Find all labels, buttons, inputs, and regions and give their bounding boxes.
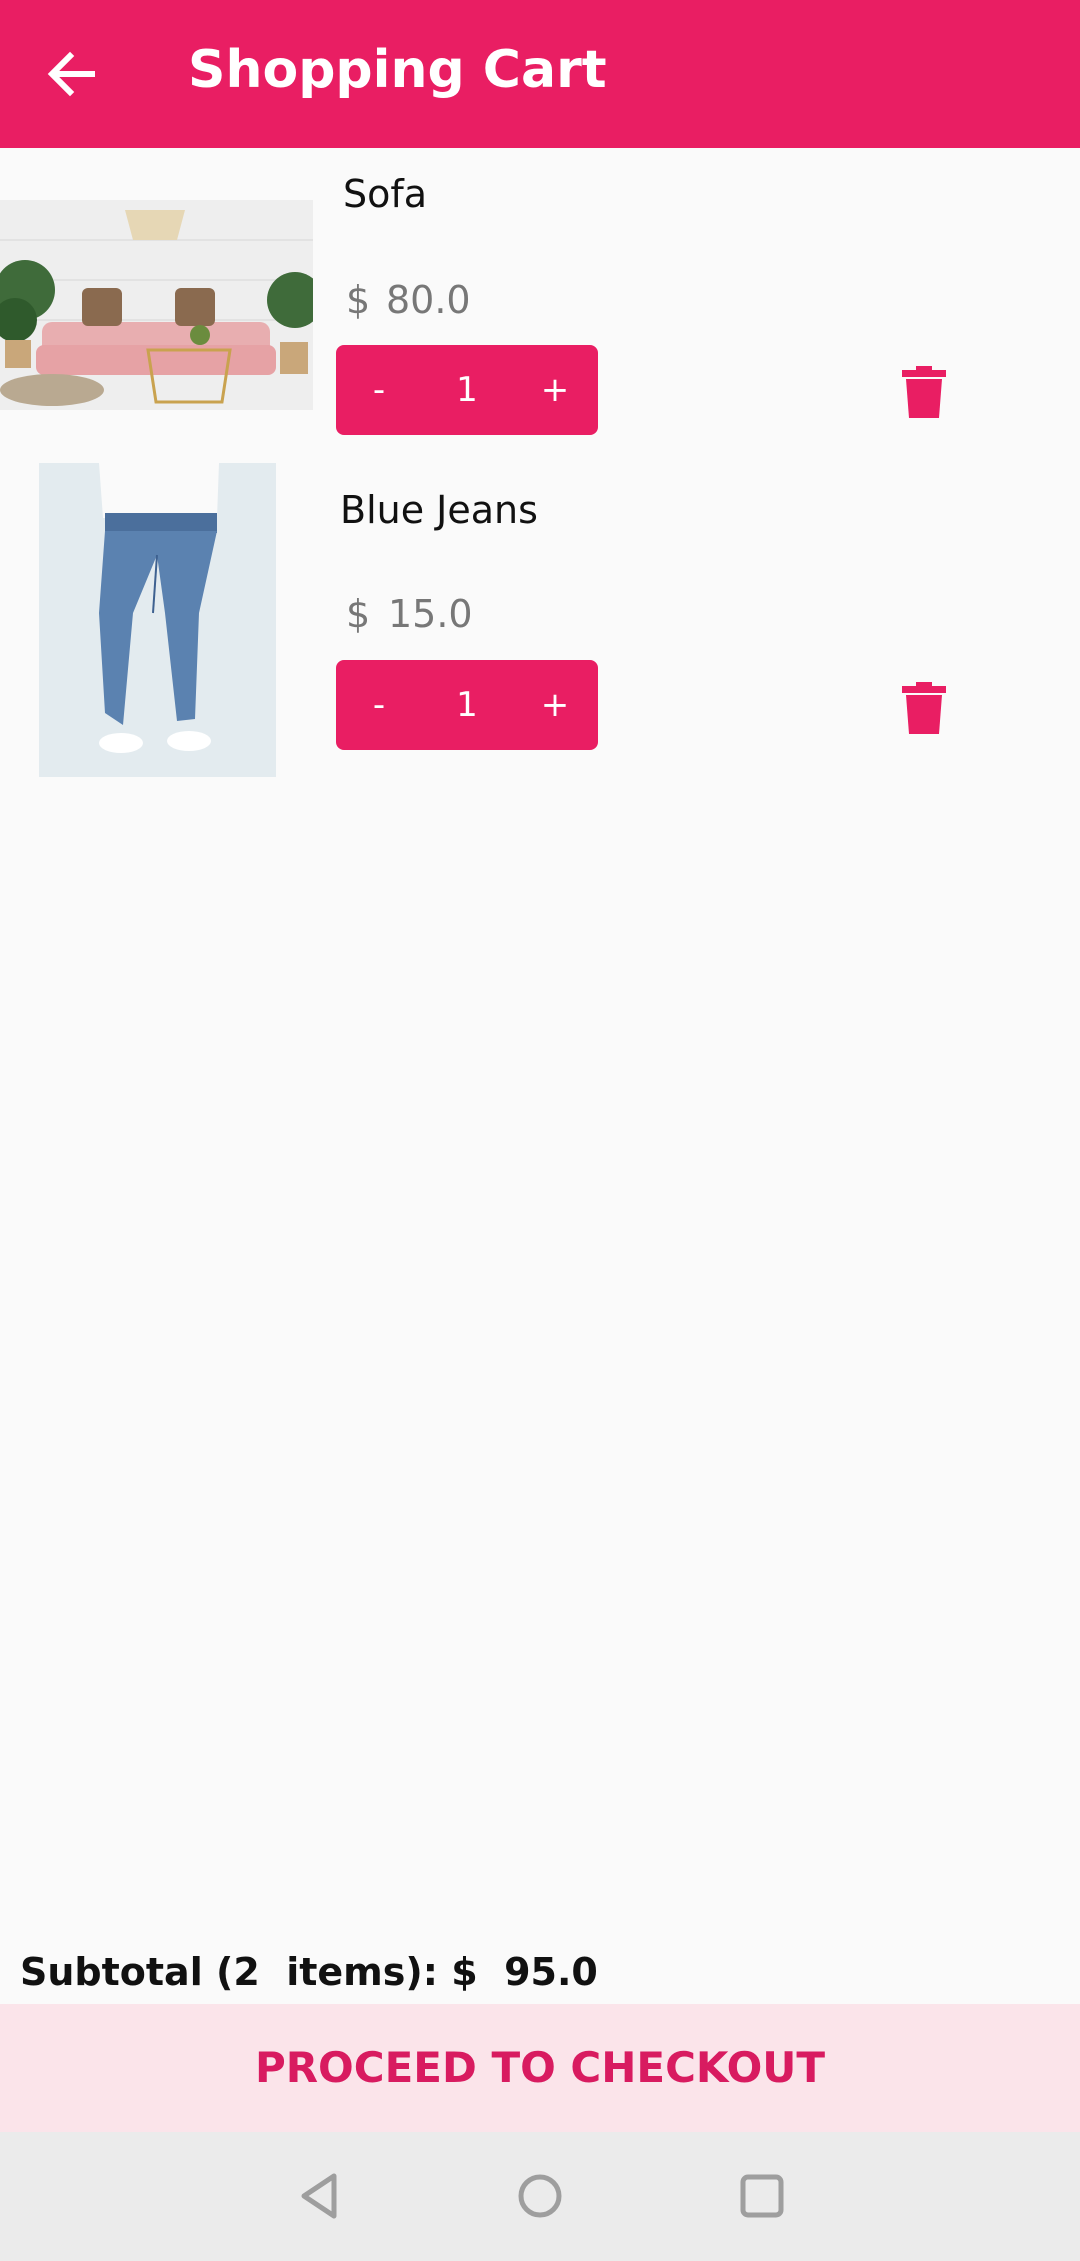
currency-symbol: $ [346,592,371,636]
trash-icon [902,366,946,418]
home-nav-icon [518,2174,562,2218]
nav-home-button[interactable] [512,2168,568,2224]
quantity-value: 1 [456,685,478,725]
decrease-quantity-button[interactable]: - [344,660,414,750]
decrease-quantity-button[interactable]: - [344,345,414,435]
back-nav-icon [301,2173,337,2219]
delete-item-button[interactable] [902,366,946,418]
quantity-value: 1 [456,370,478,410]
increase-quantity-button[interactable]: + [520,345,590,435]
quantity-stepper: - 1 + [336,660,598,750]
currency-symbol: $ [346,278,371,322]
item-image-jeans [39,463,276,777]
quantity-stepper: - 1 + [336,345,598,435]
item-price: 15.0 [388,592,473,636]
item-name: Blue Jeans [340,488,538,532]
nav-recents-button[interactable] [734,2168,790,2224]
nav-back-button[interactable] [292,2168,348,2224]
item-price: 80.0 [386,278,471,322]
item-image-sofa [0,200,313,410]
page-title: Shopping Cart [188,40,607,100]
recents-nav-icon [740,2174,784,2218]
app-bar: Shopping Cart [0,0,1080,148]
system-navigation-bar [0,2132,1080,2261]
back-button[interactable] [40,42,104,106]
arrow-back-icon [47,51,95,97]
delete-item-button[interactable] [902,682,946,734]
item-name: Sofa [343,172,428,216]
proceed-to-checkout-button[interactable]: PROCEED TO CHECKOUT [0,2004,1080,2132]
subtotal-text: Subtotal (2 items): $ 95.0 [20,1950,598,1994]
trash-icon [902,682,946,734]
increase-quantity-button[interactable]: + [520,660,590,750]
